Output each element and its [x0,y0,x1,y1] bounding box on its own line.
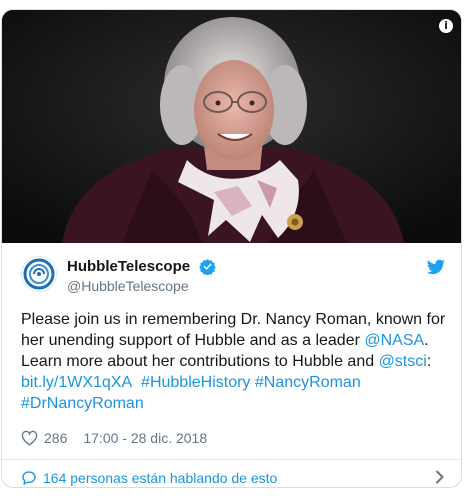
footer-divider [2,459,461,460]
conversation-link[interactable]: 164 personas están hablando de esto [21,468,445,487]
tweet-text-part: : [426,353,432,370]
twitter-bird-icon[interactable] [427,259,445,275]
hashtag-drnancyroman-link[interactable]: #DrNancyRoman [21,395,144,412]
like-count[interactable]: 286 [44,430,67,446]
conversation-text[interactable]: 164 personas están hablando de esto [43,470,277,486]
info-icon[interactable]: i [439,19,453,33]
tweet-text: Please join us in remembering Dr. Nancy … [21,309,453,414]
hubble-logo-avatar-icon[interactable] [21,256,57,292]
chevron-right-icon[interactable] [435,470,445,484]
verified-badge-icon [198,259,216,276]
tweet-author[interactable]: HubbleTelescope @HubbleTelescope [21,256,445,300]
hashtag-nancyroman-link[interactable]: #NancyRoman [255,374,361,391]
speech-bubble-icon [22,471,36,485]
heart-icon[interactable] [21,430,38,446]
hashtag-hubblehistory-link[interactable]: #HubbleHistory [141,374,250,391]
author-handle[interactable]: @HubbleTelescope [67,278,216,294]
tweet-timestamp[interactable]: 17:00 - 28 dic. 2018 [83,430,207,446]
tweet-card: i HubbleTelescope @HubbleTelescope Pleas… [1,9,462,488]
portrait-photo [2,10,461,243]
author-names: HubbleTelescope @HubbleTelescope [67,258,216,294]
mention-stsci-link[interactable]: @stsci [379,353,427,370]
short-url-link[interactable]: bit.ly/1WX1qXA [21,374,132,391]
display-name[interactable]: HubbleTelescope [67,258,190,275]
tweet-media-image[interactable]: i [2,10,461,243]
tweet-meta: 286 17:00 - 28 dic. 2018 [21,430,207,446]
mention-nasa-link[interactable]: @NASA [364,332,424,349]
